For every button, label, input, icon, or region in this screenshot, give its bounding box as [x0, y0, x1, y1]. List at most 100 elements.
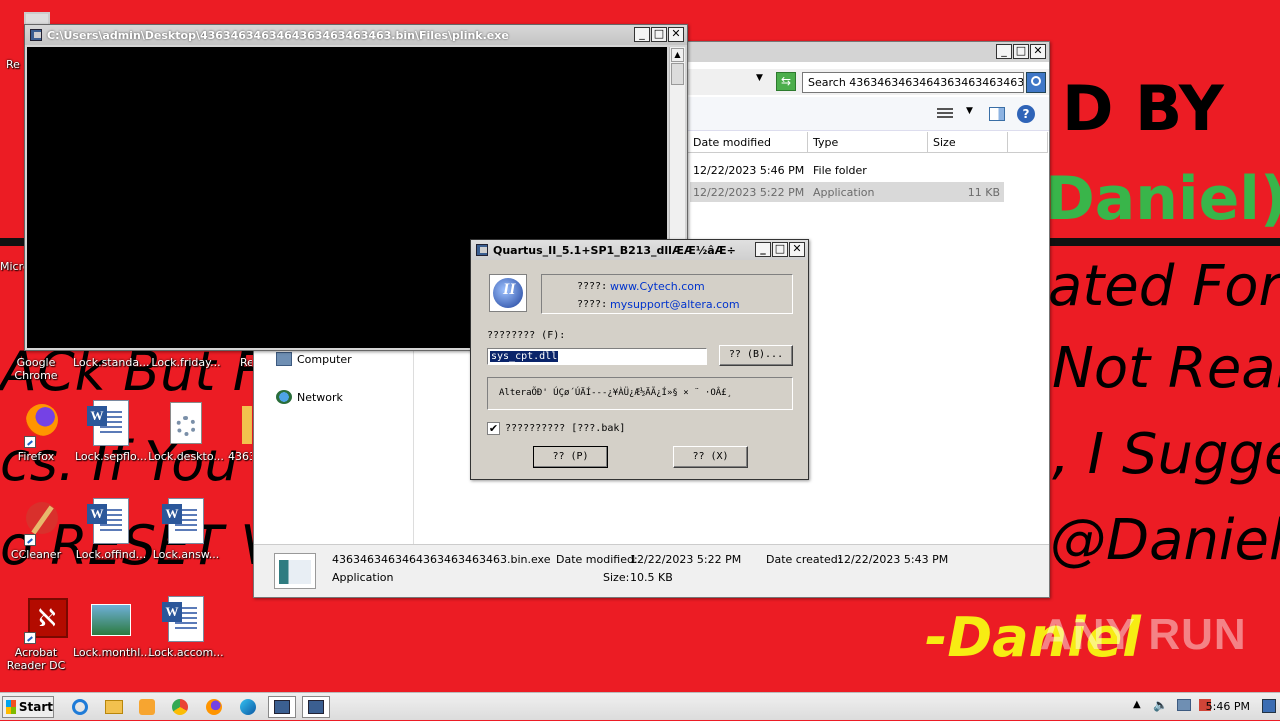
- chrome-icon: [172, 699, 188, 715]
- console-app-icon: [274, 700, 290, 714]
- search-input[interactable]: Search 4363463463464363463463463...: [802, 72, 1024, 93]
- console-app-icon: [29, 28, 43, 42]
- settings-file-icon: [162, 400, 210, 448]
- maximize-button[interactable]: □: [651, 27, 667, 42]
- word-doc-icon: W: [162, 498, 210, 546]
- word-doc-icon: W: [162, 596, 210, 644]
- backup-checkbox[interactable]: ✔: [487, 422, 500, 435]
- windows-logo-icon: [6, 700, 16, 714]
- folder-icon: [105, 700, 123, 714]
- file-name-input[interactable]: sys_cpt.dll: [487, 348, 707, 365]
- maximize-button[interactable]: □: [772, 242, 788, 257]
- file-label: ???????? (F):: [487, 330, 566, 341]
- desktop-icon-firefox[interactable]: Firefox: [0, 400, 74, 463]
- details-size: 10.5 KB: [630, 571, 673, 584]
- chevron-down-icon[interactable]: ▼: [966, 106, 973, 116]
- search-icon[interactable]: [1026, 72, 1046, 93]
- cancel-button[interactable]: ?? (X): [673, 446, 748, 468]
- taskbar-edge[interactable]: [234, 696, 262, 718]
- desktop-icon-4363[interactable]: 4363: [222, 400, 252, 463]
- backup-checkbox-label: ?????????? [???.bak]: [505, 423, 626, 434]
- network-icon[interactable]: [1177, 699, 1191, 711]
- preview-pane-icon[interactable]: [989, 107, 1005, 121]
- column-header-type[interactable]: Type: [808, 132, 928, 153]
- taskbar: Start ▲ 🔈 5:46 PM: [0, 692, 1280, 720]
- desktop-icon-lock-offind[interactable]: W Lock.offind...: [73, 498, 149, 561]
- ccleaner-icon: [12, 498, 60, 546]
- taskbar-plink[interactable]: [268, 696, 296, 718]
- close-button[interactable]: ✕: [1030, 44, 1046, 59]
- chevron-down-icon[interactable]: ▼: [756, 73, 763, 83]
- show-desktop-icon[interactable]: [1262, 699, 1276, 713]
- view-options-icon[interactable]: [937, 108, 953, 120]
- volume-icon[interactable]: 🔈: [1153, 698, 1168, 712]
- close-button[interactable]: ✕: [789, 242, 805, 257]
- chevron-up-icon[interactable]: ▲: [1133, 699, 1141, 710]
- word-doc-icon: W: [87, 498, 135, 546]
- desktop-icon-lock-accom[interactable]: W Lock.accom...: [148, 596, 224, 659]
- maximize-button[interactable]: □: [1013, 44, 1029, 59]
- network-icon: [276, 390, 292, 404]
- website-link[interactable]: www.Cytech.com: [610, 280, 705, 293]
- details-kind: Application: [332, 571, 394, 584]
- wallpaper-text: Not Real: [1052, 336, 1280, 401]
- message-box: AlteraÕÐ' ÚÇø´ÚÄÍ---¿¥ÀÜ¿Æ½ÄÃ¿Í»§ × ¨ ·O…: [487, 377, 793, 410]
- taskbar-media-player[interactable]: [133, 696, 161, 718]
- image-file-icon: [87, 596, 135, 644]
- desktop-icon-acrobat-reader[interactable]: ℵ Acrobat Reader DC: [0, 596, 74, 672]
- minimize-button[interactable]: _: [634, 27, 650, 42]
- media-player-icon: [139, 699, 155, 715]
- column-header-empty: [1008, 132, 1048, 153]
- desktop-icon-lock-answ[interactable]: W Lock.answ...: [148, 498, 224, 561]
- taskbar-chrome[interactable]: [166, 696, 194, 718]
- dialog-titlebar[interactable]: Quartus_II_5.1+SP1_B213_dllÆÆ½âÆ÷ _ □ ✕: [471, 240, 808, 260]
- minimize-button[interactable]: _: [996, 44, 1012, 59]
- desktop-icon-lock-deskto[interactable]: Lock.deskto...: [148, 400, 224, 463]
- edge-icon: [240, 699, 256, 715]
- minimize-button[interactable]: _: [755, 242, 771, 257]
- column-header-date-modified[interactable]: Date modified: [688, 132, 808, 153]
- nav-item-computer[interactable]: Computer: [276, 352, 352, 366]
- details-date-created: 12/22/2023 5:43 PM: [837, 553, 949, 566]
- file-row-selected[interactable]: 12/22/2023 5:22 PM Application 11 KB: [690, 182, 1004, 202]
- details-date-modified: 12/22/2023 5:22 PM: [630, 553, 742, 566]
- wallpaper-text: Daniel): [1045, 164, 1280, 234]
- quartus-logo-icon: II: [489, 274, 527, 312]
- console-title: C:\Users\admin\Desktop\43634634634643634…: [47, 28, 509, 42]
- scroll-up-icon[interactable]: ▲: [671, 48, 684, 62]
- quartus-dialog[interactable]: Quartus_II_5.1+SP1_B213_dllÆÆ½âÆ÷ _ □ ✕ …: [470, 239, 809, 480]
- taskbar-quartus[interactable]: [302, 696, 330, 718]
- taskbar-ie[interactable]: [66, 696, 94, 718]
- internet-explorer-icon: [72, 699, 88, 715]
- firefox-icon: [12, 400, 60, 448]
- refresh-icon[interactable]: ⇆: [776, 72, 796, 91]
- desktop-icon-lock-monthl[interactable]: Lock.monthl...: [73, 596, 151, 659]
- word-doc-icon: W: [87, 400, 135, 448]
- dialog-app-icon: [475, 243, 489, 257]
- console-app-icon: [308, 700, 324, 714]
- wallpaper-text: @Daniel: [1050, 508, 1280, 573]
- computer-icon: [276, 352, 292, 366]
- application-icon: [274, 553, 316, 589]
- desktop-icon-ccleaner[interactable]: CCleaner: [0, 498, 74, 561]
- desktop-icon-lock-sepflo[interactable]: W Lock.sepflo...: [73, 400, 149, 463]
- close-button[interactable]: ✕: [668, 27, 684, 42]
- browse-button[interactable]: ?? (B)...: [719, 345, 793, 366]
- email-link[interactable]: mysupport@altera.com: [610, 298, 740, 311]
- console-titlebar[interactable]: C:\Users\admin\Desktop\43634634634643634…: [25, 25, 687, 45]
- help-icon[interactable]: ?: [1017, 105, 1035, 123]
- scroll-thumb[interactable]: [671, 63, 684, 85]
- file-row[interactable]: 12/22/2023 5:46 PM File folder: [690, 160, 1004, 180]
- taskbar-explorer[interactable]: [100, 696, 128, 718]
- dialog-title: Quartus_II_5.1+SP1_B213_dllÆÆ½âÆ÷: [493, 243, 736, 257]
- start-button[interactable]: Start: [2, 696, 54, 718]
- ok-button[interactable]: ?? (P): [533, 446, 608, 468]
- wallpaper-text: ated For: [1048, 254, 1280, 319]
- contact-info-box: ????: www.Cytech.com ????: mysupport@alt…: [541, 274, 793, 314]
- column-header-size[interactable]: Size: [928, 132, 1008, 153]
- taskbar-clock[interactable]: 5:46 PM: [1206, 700, 1250, 713]
- firefox-icon: [206, 699, 222, 715]
- nav-item-network[interactable]: Network: [276, 390, 343, 404]
- folder-icon: [222, 400, 252, 448]
- taskbar-firefox[interactable]: [200, 696, 228, 718]
